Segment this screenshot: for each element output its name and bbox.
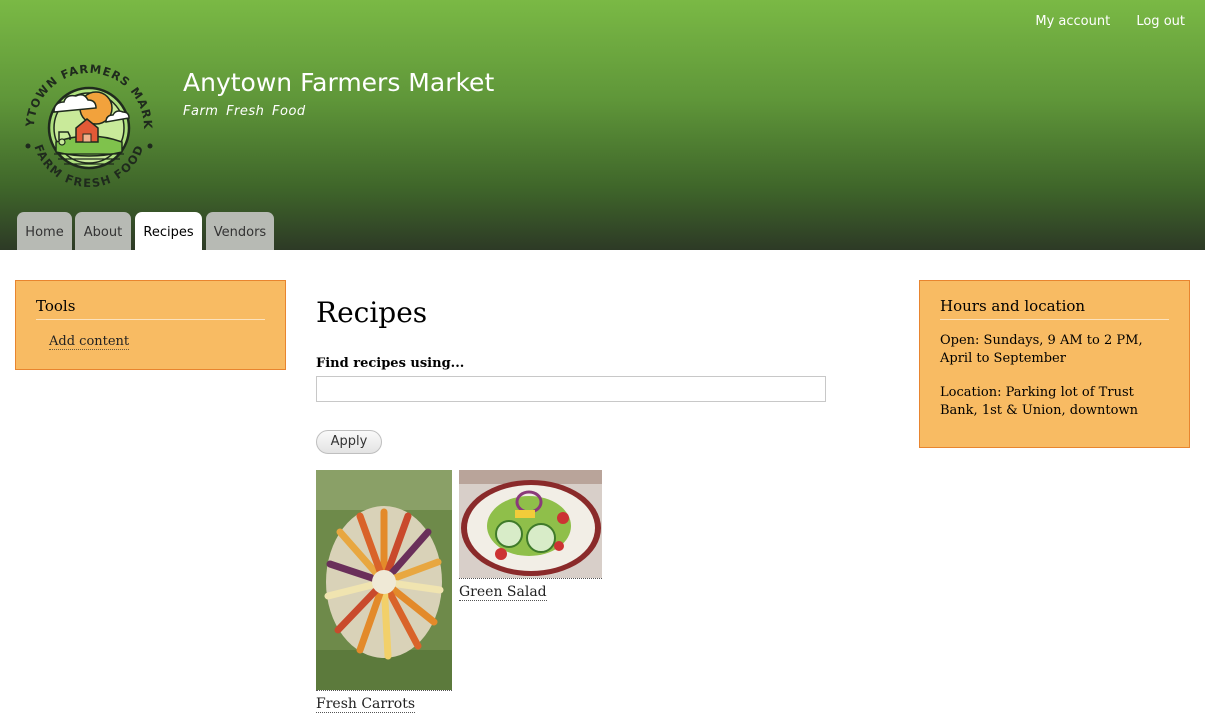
recipe-search-input[interactable] [316,376,826,402]
site-name[interactable]: Anytown Farmers Market [183,68,494,97]
page-title: Recipes [316,296,428,329]
add-content-link[interactable]: Add content [49,334,130,350]
log-out-link[interactable]: Log out [1136,14,1185,29]
open-hours-text: Open: Sundays, 9 AM to 2 PM, April to Se… [940,333,1143,366]
site-slogan: Farm Fresh Food [183,104,306,119]
hours-location-block: Hours and location Open: Sundays, 9 AM t… [919,280,1190,448]
recipe-card: Fresh Carrots [316,470,452,713]
site-logo[interactable]: ANYTOWN FARMERS MARKET FARM FRESH FOOD [14,50,164,200]
tab-vendors[interactable]: Vendors [206,212,274,250]
site-header: My account Log out ANYTOWN FARMERS MARKE… [0,0,1205,250]
carrots-photo[interactable] [316,470,452,691]
secondary-menu: My account Log out [1013,14,1185,29]
my-account-link[interactable]: My account [1035,14,1110,29]
search-label: Find recipes using... [316,356,465,371]
tab-recipes[interactable]: Recipes [135,212,202,250]
apply-button[interactable]: Apply [316,430,382,454]
location-text: Location: Parking lot of Trust Bank, 1st… [940,385,1138,418]
salad-photo[interactable] [459,470,602,579]
tools-block: Tools Add content [15,280,286,370]
tab-about[interactable]: About [75,212,131,250]
tab-home[interactable]: Home [17,212,72,250]
hours-title: Hours and location [940,297,1169,320]
recipe-card: Green Salad [459,470,602,601]
recipe-title[interactable]: Green Salad [459,585,547,601]
recipe-title[interactable]: Fresh Carrots [316,697,416,713]
tools-title: Tools [36,297,265,320]
